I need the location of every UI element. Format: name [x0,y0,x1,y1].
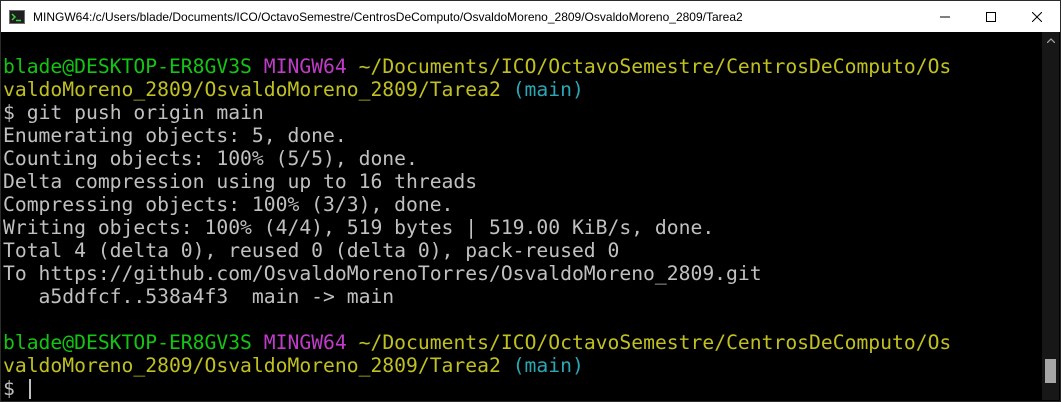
close-icon [1032,11,1042,22]
mingw-terminal-icon[interactable] [9,9,25,25]
minimize-icon [940,16,950,17]
prompt-branch: (main) [512,354,584,377]
prompt-symbol: $ [3,101,15,124]
prompt-env: MINGW64 [263,331,347,354]
prompt-path-continued: valdoMoreno_2809/OsvaldoMoreno_2809/Tare… [3,78,501,101]
vertical-scrollbar[interactable] [1042,32,1059,400]
window-controls [922,1,1060,32]
title-bar[interactable]: MINGW64:/c/Users/blade/Documents/ICO/Oct… [1,1,1060,32]
output-line: Compressing objects: 100% (3/3), done. [3,193,454,216]
output-line: Enumerating objects: 5, done. [3,124,347,147]
prompt-user-host: blade@DESKTOP-ER8GV3S [3,331,252,354]
output-line: Counting objects: 100% (5/5), done. [3,147,418,170]
close-button[interactable] [1014,1,1060,32]
chevron-up-icon [1046,38,1055,43]
input-line[interactable]: $ [3,377,1041,400]
prompt-line: blade@DESKTOP-ER8GV3S MINGW64 ~/Document… [3,55,1041,78]
output-line: To https://github.com/OsvaldoMorenoTorre… [3,262,762,285]
scroll-thumb[interactable] [1045,359,1056,383]
prompt-line: blade@DESKTOP-ER8GV3S MINGW64 ~/Document… [3,331,1041,354]
prompt-symbol: $ [3,377,15,400]
prompt-branch: (main) [512,78,584,101]
terminal-output[interactable]: blade@DESKTOP-ER8GV3S MINGW64 ~/Document… [3,32,1041,401]
text-cursor [28,379,31,399]
maximize-button[interactable] [968,1,1014,32]
prompt-line-continued: valdoMoreno_2809/OsvaldoMoreno_2809/Tare… [3,78,1041,101]
output-line: Delta compression using up to 16 threads [3,170,478,193]
prompt-env: MINGW64 [263,55,347,78]
output-line: a5ddfcf..538a4f3 main -> main [3,285,395,308]
prompt-user-host: blade@DESKTOP-ER8GV3S [3,55,252,78]
command-line: $ git push origin main [3,101,1041,124]
window-title: MINGW64:/c/Users/blade/Documents/ICO/Oct… [33,9,743,24]
maximize-icon [986,11,996,22]
prompt-path: ~/Documents/ICO/OctavoSemestre/CentrosDe… [358,55,952,78]
prompt-path: ~/Documents/ICO/OctavoSemestre/CentrosDe… [358,331,952,354]
terminal-window: MINGW64:/c/Users/blade/Documents/ICO/Oct… [0,0,1061,402]
prompt-path-continued: valdoMoreno_2809/OsvaldoMoreno_2809/Tare… [3,354,501,377]
minimize-button[interactable] [922,1,968,32]
command-text: git push origin main [26,101,264,124]
output-line: Writing objects: 100% (4/4), 519 bytes |… [3,216,715,239]
scroll-up-button[interactable] [1042,32,1059,49]
output-line: Total 4 (delta 0), reused 0 (delta 0), p… [3,239,620,262]
prompt-line-continued: valdoMoreno_2809/OsvaldoMoreno_2809/Tare… [3,354,1041,377]
